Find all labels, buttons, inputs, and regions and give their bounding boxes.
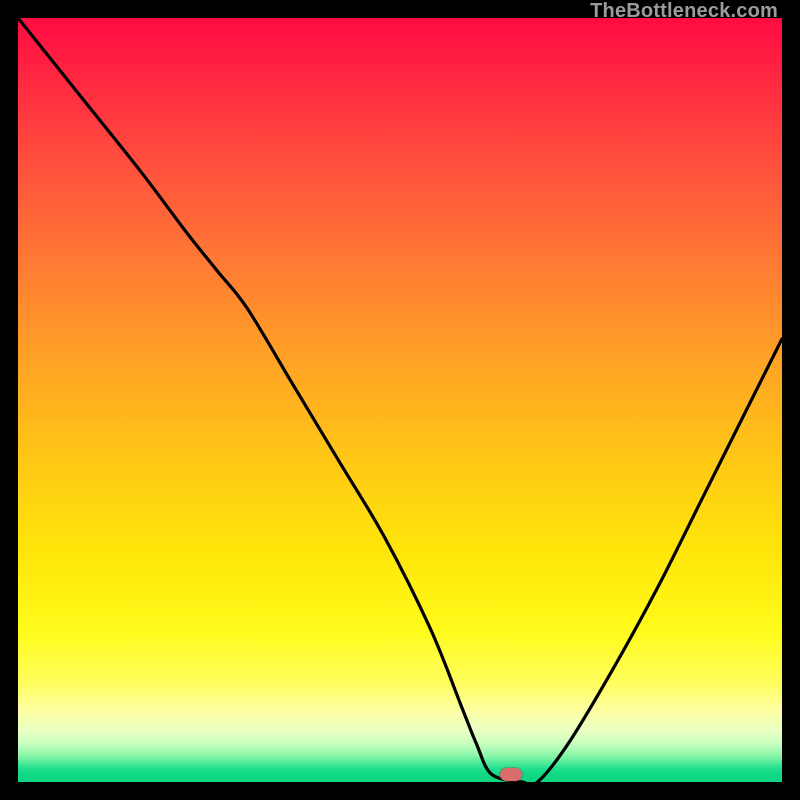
- watermark-text: TheBottleneck.com: [590, 0, 778, 23]
- bottleneck-curve: [18, 18, 782, 782]
- optimal-marker: [500, 768, 522, 781]
- plot-area: [18, 18, 782, 782]
- chart-frame: TheBottleneck.com: [0, 0, 800, 800]
